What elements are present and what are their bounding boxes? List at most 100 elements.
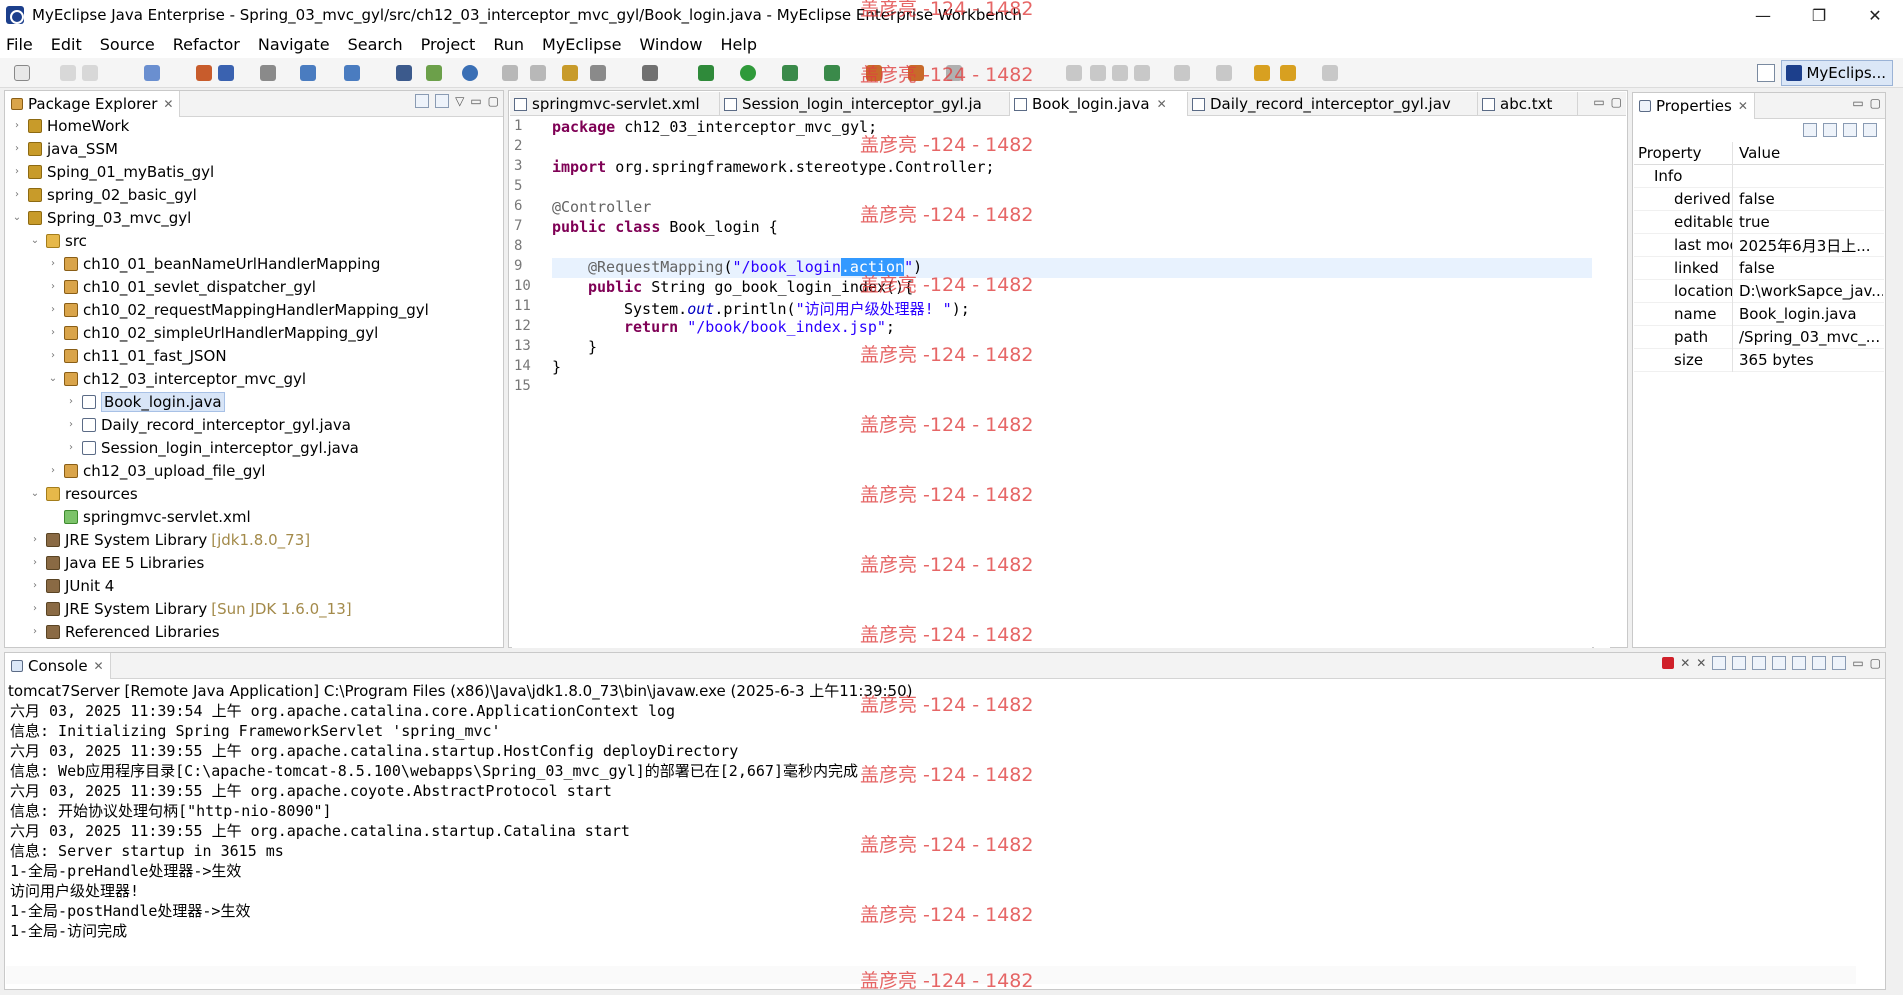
console-horizontal-scrollbar[interactable] xyxy=(6,966,1856,984)
editor-tab-daily-record[interactable]: Daily_record_interceptor_gyl.jav xyxy=(1188,92,1478,116)
tree-item-package[interactable]: › ch10_01_sevlet_dispatcher_gyl xyxy=(48,277,316,296)
tree-item-homework[interactable]: › HomeWork xyxy=(12,116,129,135)
close-tab-icon[interactable]: ✕ xyxy=(1157,97,1167,111)
menu-window[interactable]: Window xyxy=(639,35,702,54)
show-on-output-icon[interactable] xyxy=(1752,656,1767,670)
new-file-icon[interactable] xyxy=(14,65,30,81)
annotation-icon[interactable] xyxy=(946,65,962,81)
property-row[interactable]: location D:\workSapce_jav... xyxy=(1634,279,1884,303)
properties-group-row[interactable]: Info xyxy=(1634,164,1884,188)
tree-item-library[interactable]: › JUnit 4 xyxy=(30,576,114,595)
run-icon[interactable] xyxy=(740,65,756,81)
tree-item-library[interactable]: › Referenced Libraries xyxy=(30,622,220,641)
open-type-icon[interactable] xyxy=(300,65,316,81)
tree-item-xml-file[interactable]: springmvc-servlet.xml xyxy=(48,507,251,526)
coverage-icon[interactable] xyxy=(824,65,840,81)
clear-console-icon[interactable] xyxy=(1712,656,1727,670)
word-wrap-icon[interactable] xyxy=(1134,65,1150,81)
property-row[interactable]: name Book_login.java xyxy=(1634,302,1884,326)
console-toolbar-icon[interactable] xyxy=(642,65,658,81)
history-icon[interactable] xyxy=(590,65,606,81)
menu-navigate[interactable]: Navigate xyxy=(258,35,330,54)
properties-tab[interactable]: Properties ✕ xyxy=(1633,92,1755,119)
tree-item-package[interactable]: › ch10_02_requestMappingHandlerMapping_gy… xyxy=(48,300,429,319)
property-row[interactable]: path/Spring_03_mvc_... xyxy=(1634,325,1884,349)
maximize-view-icon[interactable]: ▢ xyxy=(1870,96,1881,110)
remove-launch-icon[interactable]: ✕ xyxy=(1680,656,1690,670)
tree-item-package[interactable]: › ch12_03_upload_file_gyl xyxy=(48,461,265,480)
open-resource-icon[interactable] xyxy=(344,65,360,81)
menu-source[interactable]: Source xyxy=(100,35,155,54)
tree-item-package[interactable]: › ch11_01_fast_JSON xyxy=(48,346,227,365)
editor-tab-session-login[interactable]: Session_login_interceptor_gyl.ja xyxy=(720,92,1010,116)
tree-item-library[interactable]: › Java EE 5 Libraries xyxy=(30,553,204,572)
menu-search[interactable]: Search xyxy=(348,35,403,54)
maximize-button[interactable]: ❐ xyxy=(1791,0,1847,30)
open-console-icon[interactable] xyxy=(1832,656,1847,670)
save-icon[interactable] xyxy=(60,65,76,81)
next-annotation-icon[interactable] xyxy=(1174,65,1190,81)
toggle-mark-icon[interactable] xyxy=(1066,65,1082,81)
tree-item-package[interactable]: › ch10_01_beanNameUrlHandlerMapping xyxy=(48,254,380,273)
tree-item-spring-02[interactable]: › spring_02_basic_gyl xyxy=(12,185,197,204)
show-whitespace-icon[interactable] xyxy=(1112,65,1128,81)
tree-item-library[interactable]: › JRE System Library [Sun JDK 1.6.0_13] xyxy=(30,599,352,618)
console-output[interactable]: 六月 03, 2025 11:39:54 上午 org.apache.catal… xyxy=(10,700,858,940)
build-icon[interactable] xyxy=(562,65,578,81)
search-icon[interactable] xyxy=(502,65,518,81)
col-header-property[interactable]: Property xyxy=(1634,141,1733,165)
terminate-icon[interactable] xyxy=(1662,657,1675,669)
profile-icon[interactable] xyxy=(866,65,882,81)
editor-vertical-scrollbar[interactable] xyxy=(1594,118,1610,648)
scroll-lock-icon[interactable] xyxy=(1732,656,1747,670)
tree-item-spring-03[interactable]: ⌄ Spring_03_mvc_gyl xyxy=(12,208,192,227)
menu-file[interactable]: File xyxy=(6,35,33,54)
editor-tab-abc-txt[interactable]: abc.txt xyxy=(1478,92,1578,116)
tree-item-java-file[interactable]: › Daily_record_interceptor_gyl.java xyxy=(66,415,351,434)
toggle-block-icon[interactable] xyxy=(1090,65,1106,81)
filter-icon[interactable] xyxy=(1823,123,1837,137)
web-browser-icon[interactable] xyxy=(462,65,478,81)
property-row[interactable]: last modified 2025年6月3日上... xyxy=(1634,233,1884,257)
close-window-button[interactable]: ✕ xyxy=(1847,0,1903,30)
tree-item-java-file[interactable]: › Session_login_interceptor_gyl.java xyxy=(66,438,359,457)
maximize-view-icon[interactable]: ▢ xyxy=(1870,656,1881,670)
print-icon[interactable] xyxy=(260,65,276,81)
menu-project[interactable]: Project xyxy=(421,35,476,54)
tree-item-src[interactable]: ⌄ src xyxy=(30,231,87,250)
new-project-icon[interactable] xyxy=(144,65,160,81)
editor-tab-book-login[interactable]: Book_login.java ✕ xyxy=(1010,92,1188,116)
property-row[interactable]: editable true xyxy=(1634,210,1884,234)
refresh-icon[interactable] xyxy=(908,65,924,81)
tree-item-library[interactable]: › JRE System Library [jdk1.8.0_73] xyxy=(30,530,310,549)
open-perspective-icon[interactable] xyxy=(1757,64,1776,82)
minimize-view-icon[interactable]: ▭ xyxy=(1852,96,1863,110)
minimize-editor-icon[interactable]: ▭ xyxy=(1593,95,1604,109)
server-icon[interactable] xyxy=(196,65,212,81)
debug-icon[interactable] xyxy=(698,65,714,81)
categories-icon[interactable] xyxy=(1803,123,1817,137)
last-edit-icon[interactable] xyxy=(1254,65,1270,81)
menu-run[interactable]: Run xyxy=(493,35,524,54)
new-package-icon[interactable] xyxy=(426,65,442,81)
pin-console-icon[interactable] xyxy=(1792,656,1807,670)
close-tab-icon[interactable]: ✕ xyxy=(94,659,104,673)
myeclipse-perspective-button[interactable]: MyEclips... xyxy=(1781,60,1893,86)
close-tab-icon[interactable]: ✕ xyxy=(1738,99,1748,113)
menu-edit[interactable]: Edit xyxy=(51,35,82,54)
tree-item-package[interactable]: › ch10_02_simpleUrlHandlerMapping_gyl xyxy=(48,323,378,342)
forward-icon[interactable] xyxy=(1322,65,1338,81)
col-header-value[interactable]: Value xyxy=(1733,142,1883,165)
menu-refactor[interactable]: Refactor xyxy=(173,35,240,54)
tree-item-java-ssm[interactable]: › java_SSM xyxy=(12,139,118,158)
task-icon[interactable] xyxy=(530,65,546,81)
external-tools-icon[interactable] xyxy=(782,65,798,81)
tree-item-book-login-java[interactable]: › Book_login.java xyxy=(66,391,225,412)
property-row[interactable]: size 365 bytes xyxy=(1634,348,1884,372)
menu-help[interactable]: Help xyxy=(721,35,757,54)
property-row[interactable]: linked false xyxy=(1634,256,1884,280)
prev-annotation-icon[interactable] xyxy=(1216,65,1232,81)
maximize-editor-icon[interactable]: ▢ xyxy=(1611,95,1622,109)
tree-item-resources[interactable]: ⌄ resources xyxy=(30,484,138,503)
console-tab[interactable]: Console ✕ xyxy=(5,652,111,679)
